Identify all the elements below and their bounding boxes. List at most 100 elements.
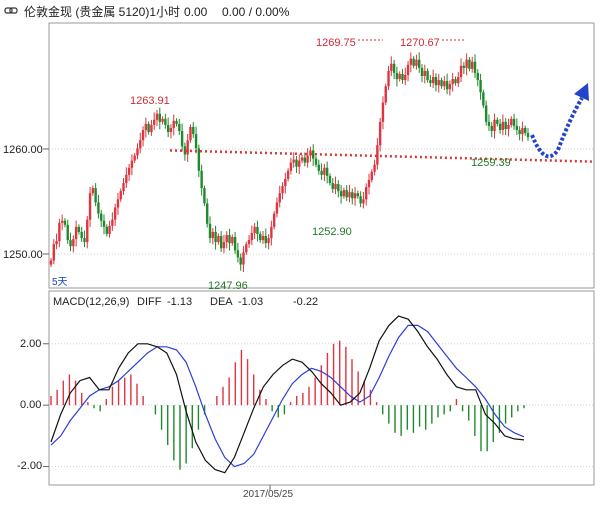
candle-body xyxy=(155,113,159,120)
candle-body xyxy=(100,213,103,221)
candle-body xyxy=(250,232,254,241)
candle-body xyxy=(286,170,290,179)
candle-body xyxy=(476,72,479,81)
annotation-high-1270-67: 1270.67 xyxy=(400,37,440,49)
candle-body xyxy=(169,127,173,133)
candle-body xyxy=(415,59,418,66)
candle-body xyxy=(351,192,354,199)
candle-body xyxy=(429,80,432,84)
candle-body xyxy=(113,207,117,220)
candle-body xyxy=(63,220,67,225)
candle-body xyxy=(225,235,228,243)
candle-body xyxy=(245,244,248,253)
candle-body xyxy=(189,126,192,141)
candle-body xyxy=(459,65,463,78)
candle-body xyxy=(161,118,164,122)
candle-body xyxy=(278,193,281,203)
macd-hist-value: -0.22 xyxy=(293,296,318,308)
candle-body xyxy=(74,226,78,240)
candle-body xyxy=(298,160,301,167)
candle-body xyxy=(454,79,457,84)
candle-body xyxy=(426,70,429,81)
candle-body xyxy=(180,131,184,147)
candle-body xyxy=(217,236,220,243)
candle-body xyxy=(314,158,318,165)
candle-body xyxy=(518,130,521,135)
candle-body xyxy=(69,240,72,247)
annotation-low-1252-90: 1252.90 xyxy=(312,226,352,238)
candle-body xyxy=(356,193,360,197)
candle-body xyxy=(88,193,92,220)
candle-body xyxy=(390,63,393,71)
candle-body xyxy=(86,219,89,243)
candle-body xyxy=(448,84,452,90)
candle-body xyxy=(440,80,443,87)
candle-body xyxy=(122,183,125,192)
macd-y-label-neg2: -2.00 xyxy=(17,460,42,472)
candle-body xyxy=(133,155,136,161)
candle-body xyxy=(353,193,357,199)
candle-body xyxy=(256,226,259,234)
chart-link-icon[interactable] xyxy=(4,7,18,14)
candle-body xyxy=(420,67,424,76)
y-tick-label-1260: 1260.00 xyxy=(3,144,43,156)
candle-body xyxy=(362,199,365,204)
candle-body xyxy=(496,119,499,124)
chart-window: 伦敦金现 (贵金属 5120)1小时 0.00 0.00 / 0.00% 126… xyxy=(0,0,600,501)
candle-body xyxy=(526,133,530,138)
candle-body xyxy=(233,237,237,251)
macd-diff-label: DIFF xyxy=(137,296,162,308)
candle-body xyxy=(479,80,482,93)
candle-body xyxy=(392,63,396,73)
candle-body xyxy=(58,222,61,242)
candle-body xyxy=(127,167,131,175)
candle-body xyxy=(119,191,122,200)
candle-body xyxy=(158,113,161,122)
candle-body xyxy=(398,73,401,80)
candle-body xyxy=(431,77,435,84)
candle-body xyxy=(60,220,64,223)
candle-body xyxy=(493,119,496,132)
candle-body xyxy=(473,61,477,73)
candle-body xyxy=(507,124,510,129)
candle-body xyxy=(194,134,198,149)
candle-body xyxy=(52,244,55,261)
candle-body xyxy=(166,124,170,133)
macd-dea-label: DEA xyxy=(210,296,233,308)
last-price: 0.00 xyxy=(184,5,208,19)
candle-body xyxy=(365,187,368,200)
candle-body xyxy=(247,240,251,245)
candle-body xyxy=(219,236,223,249)
candle-body xyxy=(465,59,468,68)
candle-body xyxy=(471,61,474,69)
macd-y-label-0: 0.00 xyxy=(20,399,41,411)
annotation-low-1247-96: 1247.96 xyxy=(208,280,248,292)
candle-body xyxy=(203,188,206,204)
candle-body xyxy=(281,186,284,194)
candle-body xyxy=(141,130,145,141)
candle-body xyxy=(325,167,329,176)
candle-body xyxy=(295,159,298,167)
candle-body xyxy=(211,231,214,239)
candle-body xyxy=(404,74,407,81)
candle-body xyxy=(418,59,421,68)
candle-body xyxy=(484,105,488,122)
candle-body xyxy=(83,238,86,243)
candle-body xyxy=(490,125,493,132)
annotation-high-1263-91: 1263.91 xyxy=(130,95,170,107)
candle-body xyxy=(289,162,293,171)
candle-body xyxy=(267,238,270,244)
candle-body xyxy=(272,213,276,227)
candle-body xyxy=(306,155,309,163)
candle-body xyxy=(515,125,519,131)
candle-body xyxy=(303,157,307,163)
candle-body xyxy=(139,140,142,149)
candle-body xyxy=(504,121,507,129)
candle-body xyxy=(367,179,371,188)
candle-body xyxy=(317,164,320,171)
candle-body xyxy=(323,167,326,175)
candle-body xyxy=(147,123,150,133)
y-tick-label-1250: 1250.00 xyxy=(3,249,43,261)
candle-body xyxy=(136,148,139,156)
macd-pane: MACD(12,26,9) DIFF -1.13 DEA -1.03 -0.22… xyxy=(17,290,595,486)
